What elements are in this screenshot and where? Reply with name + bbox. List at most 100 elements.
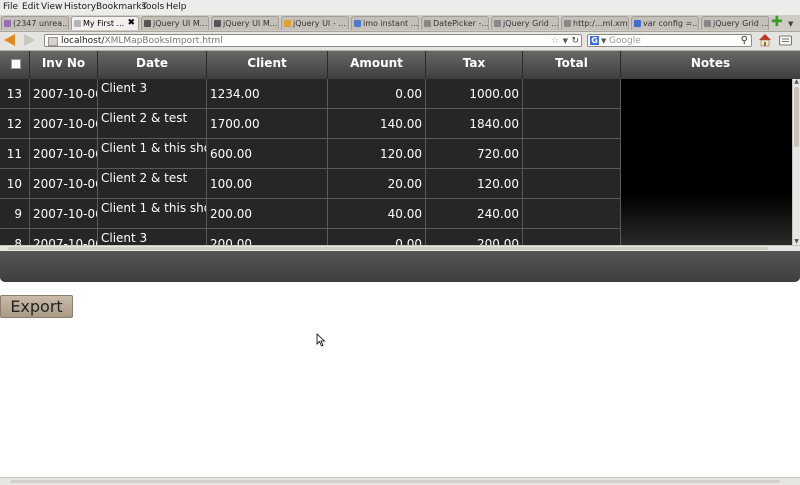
- browser-tab[interactable]: DatePicker -...: [421, 16, 489, 30]
- mail-favicon-icon: [4, 20, 11, 27]
- row-notes: [523, 139, 621, 169]
- column-header-total[interactable]: Total: [523, 51, 621, 79]
- menu-history[interactable]: History: [64, 2, 96, 12]
- column-header-amount[interactable]: Amount: [328, 51, 426, 79]
- row-client: Client 2 & test: [98, 169, 207, 199]
- url-dropdown-icon[interactable]: ▼: [563, 35, 568, 47]
- table-row[interactable]: 11 2007-10-06 Client 1 & this shou 600.0…: [0, 139, 621, 169]
- grid-vertical-scrollbar[interactable]: ▲ ▼: [792, 79, 800, 245]
- table-row[interactable]: 9 2007-10-06 Client 1 & this shou 200.00…: [0, 199, 621, 229]
- row-notes: [523, 79, 621, 109]
- tab-label: jQuery Grid ...: [713, 19, 769, 28]
- scroll-up-arrow-icon[interactable]: ▲: [793, 79, 800, 85]
- browser-tab[interactable]: imo instant ...: [351, 16, 419, 30]
- table-row[interactable]: 10 2007-10-06 Client 2 & test 100.00 20.…: [0, 169, 621, 199]
- export-button[interactable]: Export: [0, 295, 73, 318]
- url-bar[interactable]: localhost/XMLMapBooksImport.html ☆ ▼ ↻: [44, 34, 582, 47]
- row-inv-no: 10: [0, 169, 30, 199]
- browser-tab[interactable]: jQuery Grid ...: [701, 16, 769, 30]
- horizontal-scroll-thumb[interactable]: [8, 247, 768, 250]
- row-total: 120.00: [426, 169, 523, 199]
- page-favicon-icon: [424, 20, 431, 27]
- url-text: localhost/XMLMapBooksImport.html: [61, 36, 223, 46]
- vertical-scroll-thumb[interactable]: [794, 87, 799, 147]
- browser-tab-active[interactable]: My First ... ✖: [71, 16, 139, 30]
- row-amount: 1234.00: [207, 79, 328, 109]
- row-client: Client 2 & test: [98, 109, 207, 139]
- reload-icon[interactable]: ↻: [571, 35, 579, 47]
- column-header-notes[interactable]: Notes: [621, 51, 800, 79]
- table-row[interactable]: 13 2007-10-06 Client 3 1234.00 0.00 1000…: [0, 79, 621, 109]
- column-header-date[interactable]: Date: [98, 51, 207, 79]
- grid-body: 13 2007-10-06 Client 3 1234.00 0.00 1000…: [0, 79, 621, 245]
- tab-label: var config =...: [643, 19, 699, 28]
- row-notes: [523, 169, 621, 199]
- menu-view[interactable]: View: [41, 2, 62, 12]
- row-tax: 20.00: [328, 169, 426, 199]
- close-tab-icon[interactable]: ✖: [127, 17, 135, 30]
- page-favicon-icon: [494, 20, 501, 27]
- tab-label: http:/...ml.xml: [573, 19, 629, 28]
- page-favicon-icon: [704, 20, 711, 27]
- tab-label: (2347 unrea...: [13, 19, 69, 28]
- search-magnifier-icon[interactable]: ⚲: [741, 35, 748, 47]
- page-favicon-icon: [564, 20, 571, 27]
- page-favicon-icon: [74, 20, 81, 27]
- row-date: 2007-10-06: [30, 79, 98, 109]
- tab-label: jQuery UI M...: [223, 19, 278, 28]
- site-identity-icon: [48, 37, 58, 46]
- select-all-column: [0, 51, 30, 79]
- search-placeholder: Google: [609, 36, 641, 46]
- column-header-client[interactable]: Client: [207, 51, 328, 79]
- page-favicon-icon: [214, 20, 221, 27]
- grid-header: Inv No Date Client Amount Tax Total Note…: [0, 51, 800, 79]
- forward-arrow-icon[interactable]: [24, 34, 35, 46]
- browser-tab[interactable]: var config =...: [631, 16, 699, 30]
- table-row[interactable]: 8 2007-10-06 Client 3 200.00 0.00 200.00: [0, 229, 621, 245]
- engine-dropdown-icon[interactable]: ▼: [601, 35, 606, 47]
- menu-help[interactable]: Help: [166, 2, 187, 12]
- row-total: 1000.00: [426, 79, 523, 109]
- tab-bar: (2347 unrea... My First ... ✖ jQuery UI M…: [0, 15, 800, 32]
- browser-tab[interactable]: jQuery UI - ...: [281, 16, 349, 30]
- browser-tab[interactable]: (2347 unrea...: [1, 16, 69, 30]
- tab-list-arrow-icon[interactable]: ▼: [788, 20, 793, 28]
- menu-tools[interactable]: Tools: [142, 2, 164, 12]
- row-notes: [523, 109, 621, 139]
- notes-panel: [621, 79, 793, 245]
- row-amount: 600.00: [207, 139, 328, 169]
- table-row[interactable]: 12 2007-10-06 Client 2 & test 1700.00 14…: [0, 109, 621, 139]
- tab-label: jQuery Grid ...: [503, 19, 559, 28]
- back-arrow-icon[interactable]: [4, 34, 15, 46]
- google-favicon-icon: [634, 20, 641, 27]
- tab-label: jQuery UI M...: [153, 19, 208, 28]
- row-date: 2007-10-06: [30, 169, 98, 199]
- bookmark-star-icon[interactable]: ☆: [551, 35, 559, 47]
- home-icon[interactable]: [758, 33, 772, 47]
- addon-icon[interactable]: [779, 35, 792, 46]
- select-all-checkbox[interactable]: [11, 59, 21, 69]
- menu-bar: File Edit View History Bookmarks Tools H…: [0, 0, 800, 15]
- browser-tab[interactable]: jQuery UI M...: [211, 16, 279, 30]
- row-total: 1840.00: [426, 109, 523, 139]
- row-inv-no: 9: [0, 199, 30, 229]
- google-engine-icon[interactable]: G: [590, 36, 599, 45]
- browser-tab[interactable]: jQuery UI M...: [141, 16, 209, 30]
- shield-favicon-icon: [284, 20, 291, 27]
- row-tax: 0.00: [328, 79, 426, 109]
- row-notes: [523, 229, 621, 245]
- search-bar[interactable]: G ▼ Google ⚲: [587, 34, 752, 47]
- column-header-inv-no[interactable]: Inv No: [30, 51, 98, 79]
- row-tax: 120.00: [328, 139, 426, 169]
- row-total: 240.00: [426, 199, 523, 229]
- window-horizontal-scrollbar[interactable]: [0, 477, 800, 485]
- new-tab-plus-icon[interactable]: ✚: [771, 15, 783, 29]
- menu-bookmarks[interactable]: Bookmarks: [96, 2, 146, 12]
- column-header-tax[interactable]: Tax: [426, 51, 523, 79]
- browser-tab[interactable]: http:/...ml.xml: [561, 16, 629, 30]
- window-scroll-thumb[interactable]: [10, 480, 780, 483]
- menu-file[interactable]: File: [3, 2, 18, 12]
- browser-tab[interactable]: jQuery Grid ...: [491, 16, 559, 30]
- menu-edit[interactable]: Edit: [22, 2, 39, 12]
- data-grid: Inv No Date Client Amount Tax Total Note…: [0, 51, 800, 282]
